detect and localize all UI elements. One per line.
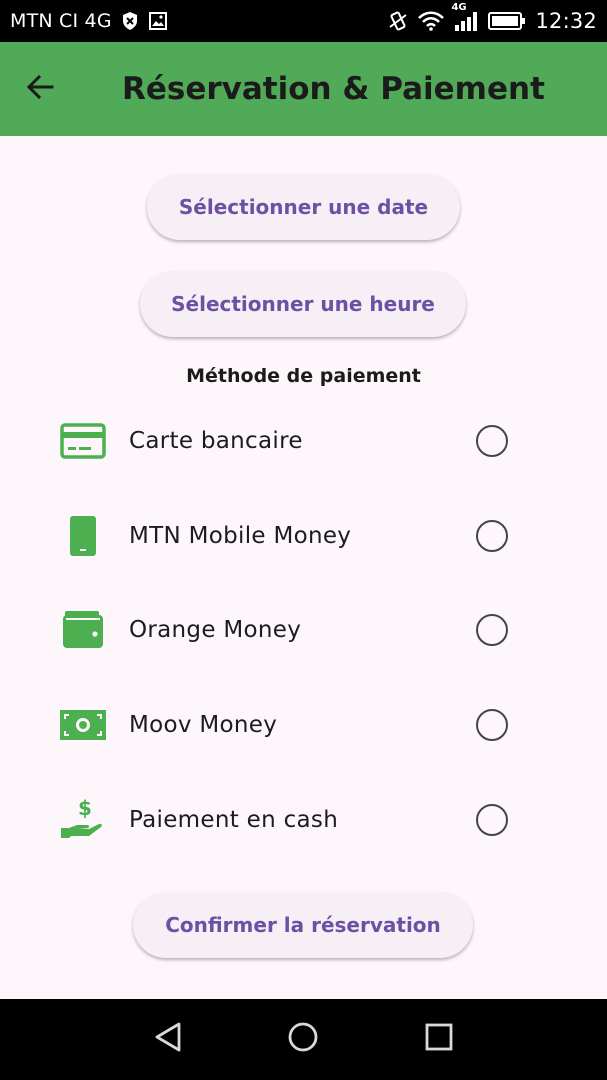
credit-card-icon: [58, 416, 108, 466]
back-button[interactable]: [0, 42, 80, 136]
payment-option-label: Orange Money: [129, 617, 302, 643]
payment-option-moov[interactable]: Moov Money: [0, 680, 607, 770]
vibrate-icon: [387, 10, 409, 32]
network-type-label: 4G: [451, 2, 467, 13]
nav-back-button[interactable]: [138, 1010, 198, 1070]
system-nav-bar: [0, 999, 607, 1080]
blocked-icon: [121, 11, 139, 31]
signal-icon: 4G: [451, 2, 479, 32]
wallet-icon: [58, 605, 108, 655]
payment-option-label: Carte bancaire: [129, 428, 303, 454]
main-content: Sélectionner une date Sélectionner une h…: [0, 136, 607, 999]
wifi-icon: [418, 11, 445, 31]
select-time-button[interactable]: Sélectionner une heure: [140, 271, 466, 337]
payment-option-label: Paiement en cash: [129, 807, 339, 833]
payment-option-card[interactable]: Carte bancaire: [0, 396, 607, 486]
clock: 12:32: [535, 9, 597, 33]
money-bill-icon: [58, 700, 108, 750]
payment-option-label: Moov Money: [129, 712, 278, 738]
payment-option-mtn[interactable]: MTN Mobile Money: [0, 491, 607, 581]
status-bar: MTN CI 4G 4G 12:32: [0, 0, 607, 42]
payment-option-cash[interactable]: $ Paiement en cash: [0, 775, 607, 865]
carrier-label: MTN CI 4G: [10, 10, 112, 32]
image-icon: [148, 11, 168, 31]
svg-text:$: $: [78, 798, 92, 820]
app-bar: Réservation & Paiement: [0, 42, 607, 136]
arrow-left-icon: [25, 72, 55, 107]
payment-section-title: Méthode de paiement: [186, 365, 421, 387]
confirm-reservation-button[interactable]: Confirmer la réservation: [133, 892, 473, 958]
radio-button[interactable]: [476, 709, 508, 741]
cash-hand-icon: $: [58, 795, 108, 845]
payment-option-label: MTN Mobile Money: [129, 523, 352, 549]
nav-home-button[interactable]: [273, 1010, 333, 1070]
radio-button[interactable]: [476, 614, 508, 646]
page-title: Réservation & Paiement: [122, 71, 545, 107]
recents-square-icon: [425, 1023, 453, 1056]
smartphone-icon: [58, 511, 108, 561]
radio-button[interactable]: [476, 804, 508, 836]
battery-icon: [488, 11, 526, 31]
home-circle-icon: [287, 1021, 319, 1058]
radio-button[interactable]: [476, 520, 508, 552]
payment-option-orange[interactable]: Orange Money: [0, 585, 607, 675]
radio-button[interactable]: [476, 425, 508, 457]
nav-recents-button[interactable]: [409, 1010, 469, 1070]
back-triangle-icon: [153, 1021, 183, 1058]
select-date-button[interactable]: Sélectionner une date: [147, 174, 460, 240]
